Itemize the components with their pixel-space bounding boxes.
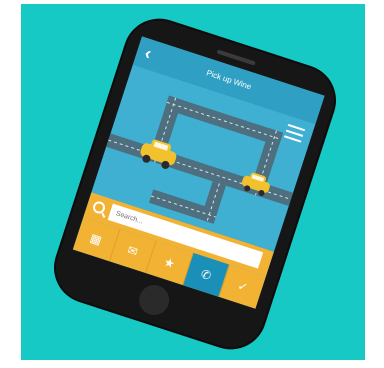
smartphone: ‹ Pick up Wine Search... ▦ ✉ ★ ✆ ✓ — [47, 11, 343, 357]
search-icon[interactable] — [91, 199, 107, 216]
phone-screen: ‹ Pick up Wine Search... ▦ ✉ ★ ✆ ✓ — [72, 36, 325, 309]
back-icon[interactable]: ‹ — [142, 43, 154, 64]
teal-background: ‹ Pick up Wine Search... ▦ ✉ ★ ✆ ✓ — [21, 4, 365, 360]
home-button[interactable] — [135, 281, 174, 319]
